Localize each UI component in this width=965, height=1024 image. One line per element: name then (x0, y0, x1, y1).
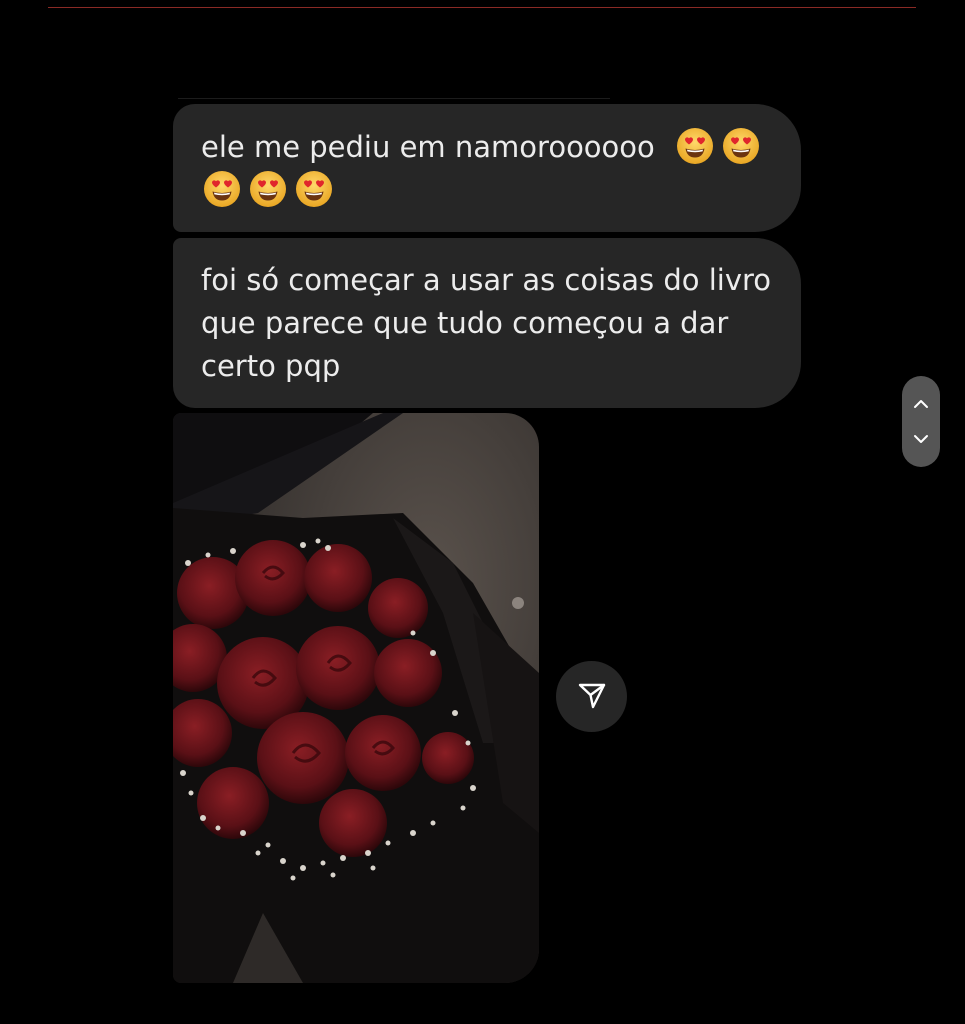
heart-eyes-emoji-icon (295, 170, 333, 208)
message-bubble-1[interactable]: ele me pediu em namoroooooo (173, 104, 801, 232)
scroll-up-button[interactable] (902, 384, 940, 424)
paper-plane-icon (577, 680, 607, 714)
chevron-up-icon (913, 395, 929, 414)
top-divider (48, 7, 916, 8)
thread-top-edge (178, 98, 610, 99)
heart-eyes-emoji-icon (676, 127, 714, 165)
heart-eyes-emoji-icon (249, 170, 287, 208)
chevron-down-icon (913, 430, 929, 449)
heart-eyes-emoji-icon (722, 127, 760, 165)
share-button[interactable] (556, 661, 627, 732)
scroll-down-button[interactable] (902, 419, 940, 459)
message-text-2: foi só começar a usar as coisas do livro… (201, 263, 772, 383)
rose-bouquet-photo[interactable] (173, 413, 539, 983)
message-scroller (902, 376, 940, 467)
photo-image (173, 413, 539, 983)
message-text-1: ele me pediu em namoroooooo (201, 130, 655, 164)
message-bubble-2[interactable]: foi só começar a usar as coisas do livro… (173, 238, 801, 408)
heart-eyes-emoji-icon (203, 170, 241, 208)
